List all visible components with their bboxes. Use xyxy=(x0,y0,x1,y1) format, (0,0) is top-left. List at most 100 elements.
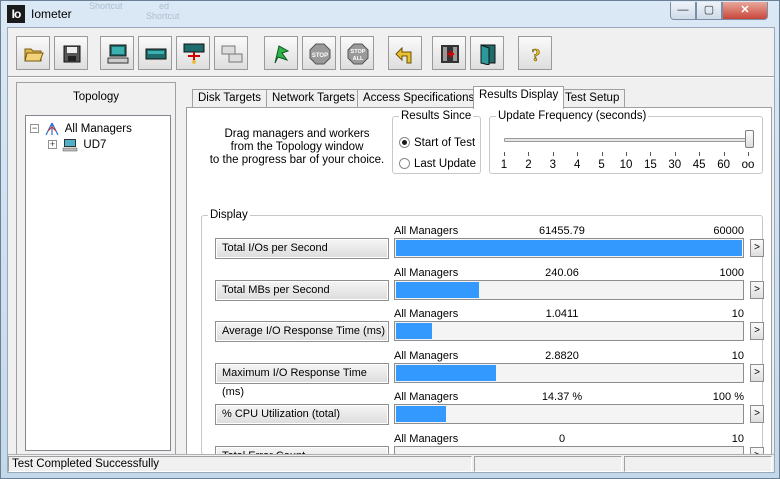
slider-tick-label: 60 xyxy=(717,159,730,171)
hint-line: Drag managers and workers xyxy=(224,128,370,140)
client-area: STOP STOP ALL ? Topology − All Managers … xyxy=(7,27,775,473)
new-network-worker-button[interactable] xyxy=(138,36,172,70)
slider-tick-label: 2 xyxy=(525,159,532,171)
metric-manager-label: All Managers xyxy=(394,349,459,362)
tab-disk-targets[interactable]: Disk Targets xyxy=(192,89,268,108)
slider-tick-label: 3 xyxy=(549,159,556,171)
title-bar[interactable]: Io Iometer Shortcut ed Shortcut — ▢ ✕ xyxy=(1,1,779,27)
computer-icon xyxy=(62,138,78,152)
slider-tick-label: 45 xyxy=(692,159,706,171)
slider-tick-label: 1 xyxy=(500,159,508,171)
metric-manager-label: All Managers xyxy=(394,225,459,237)
metric-more-button[interactable]: > xyxy=(750,280,764,299)
start-managers-button[interactable] xyxy=(432,36,466,70)
slider-tick-label: 5 xyxy=(598,159,605,171)
tab-results-display[interactable]: Results Display xyxy=(473,86,565,109)
iometer-window: Io Iometer Shortcut ed Shortcut — ▢ ✕ ST… xyxy=(0,0,780,479)
slider-thumb[interactable] xyxy=(745,130,754,148)
slider-tick xyxy=(748,152,749,156)
metric-max: 10 xyxy=(731,349,744,362)
metric-manager-label: All Managers xyxy=(394,266,459,279)
stop-all-button[interactable]: STOP ALL xyxy=(340,36,374,70)
help-question-mark: ? xyxy=(532,45,541,65)
status-pane xyxy=(624,456,772,472)
status-message: Test Completed Successfully xyxy=(8,456,472,472)
slider-tick xyxy=(650,152,652,156)
metric-progress-bar[interactable] xyxy=(394,238,744,258)
metric-value: 61455.79 xyxy=(539,225,585,237)
new-disk-worker-button[interactable] xyxy=(100,36,134,70)
metric-value: 240.06 xyxy=(545,266,579,279)
metric-more-button[interactable]: > xyxy=(750,405,764,423)
disconnect-icon xyxy=(221,45,243,63)
stop-test-button[interactable]: STOP xyxy=(302,36,336,70)
metric-progress-fill xyxy=(396,240,742,256)
results-since-legend: Results Since xyxy=(401,110,472,122)
metric-value: 14.37 % xyxy=(541,391,583,403)
tree-item-all-managers[interactable]: − All Managers xyxy=(30,121,132,137)
results-display-panel: Drag managers and workers from the Topol… xyxy=(186,107,772,467)
exit-button[interactable] xyxy=(470,36,504,70)
metric-more-button[interactable]: > xyxy=(750,322,764,340)
metric-selector-button[interactable]: Maximum I/O Response Time (ms) xyxy=(215,362,389,398)
tree-item-ud7[interactable]: + UD7 xyxy=(48,137,106,153)
radio-last-update[interactable]: Last Update xyxy=(399,157,476,171)
metric-selector-button[interactable]: Average I/O Response Time (ms) xyxy=(215,321,389,342)
metric-progress-fill xyxy=(396,406,446,422)
hint-line: from the Topology window xyxy=(230,141,364,153)
metric-selector-button[interactable]: % CPU Utilization (total) xyxy=(215,404,389,425)
metric-manager-label: All Managers xyxy=(394,308,459,320)
stop-sign-icon: STOP xyxy=(309,43,331,65)
background-shortcut-label: Shortcut xyxy=(146,11,180,21)
metric-more-button[interactable]: > xyxy=(750,239,764,257)
radio-start-of-test[interactable]: Start of Test xyxy=(399,136,475,150)
metric-max: 100 % xyxy=(712,391,744,403)
update-frequency-legend: Update Frequency (seconds) xyxy=(498,110,647,122)
minimize-button[interactable]: — xyxy=(670,2,696,20)
maximize-button[interactable]: ▢ xyxy=(696,2,722,20)
metric-progress-bar[interactable] xyxy=(394,404,744,424)
duplicate-worker-button[interactable] xyxy=(176,36,210,70)
metric-selector-button[interactable]: Total MBs per Second xyxy=(215,279,389,301)
metric-progress-bar[interactable] xyxy=(394,362,744,383)
metric-more-button[interactable]: > xyxy=(750,363,764,382)
radio-selected-icon[interactable] xyxy=(399,137,410,149)
duplicate-worker-icon xyxy=(183,43,205,64)
metric-value: 0 xyxy=(558,432,566,445)
green-flag-icon xyxy=(274,45,290,64)
save-config-button[interactable] xyxy=(54,36,88,70)
metric-value: 2.8820 xyxy=(545,349,579,362)
about-button[interactable]: ? xyxy=(518,36,552,70)
tab-network-targets[interactable]: Network Targets xyxy=(266,89,361,108)
tree-item-label: UD7 xyxy=(83,139,107,151)
stop-all-icon: STOP ALL xyxy=(347,43,369,65)
slider-tick xyxy=(528,152,530,156)
expand-icon[interactable]: + xyxy=(48,140,57,150)
radio-unselected-icon[interactable] xyxy=(399,158,410,170)
topology-label: Topology xyxy=(72,91,120,103)
collapse-icon[interactable]: − xyxy=(30,124,39,134)
stop-label: STOP xyxy=(312,53,328,59)
iometer-app-icon: Io xyxy=(7,5,25,23)
topology-panel: Topology − All Managers + UD7 xyxy=(16,82,176,458)
disconnect-button[interactable] xyxy=(214,36,248,70)
metric-manager-label: All Managers xyxy=(394,432,459,445)
tab-test-setup[interactable]: Test Setup xyxy=(559,89,626,108)
metric-max: 1000 xyxy=(719,266,744,279)
open-config-button[interactable] xyxy=(16,36,50,70)
status-bar: Test Completed Successfully xyxy=(8,454,774,472)
topology-tree[interactable]: − All Managers + UD7 xyxy=(25,115,171,451)
reset-workers-button[interactable] xyxy=(388,36,422,70)
start-tests-button[interactable] xyxy=(264,36,298,70)
update-frequency-group: Update Frequency (seconds) 1 2 3 4 5 10 15 30 45… xyxy=(489,110,763,174)
update-frequency-slider[interactable] xyxy=(504,138,754,142)
metric-progress-fill xyxy=(396,364,496,381)
close-button[interactable]: ✕ xyxy=(722,2,768,20)
tab-access-specifications[interactable]: Access Specifications xyxy=(357,89,481,108)
slider-tick xyxy=(699,152,701,156)
hint-line: to the progress bar of your choice. xyxy=(209,154,385,166)
metric-selector-button[interactable]: Total I/Os per Second xyxy=(215,238,389,259)
metric-max: 10 xyxy=(731,432,744,445)
metric-progress-bar[interactable] xyxy=(394,279,744,300)
metric-progress-bar[interactable] xyxy=(394,321,744,341)
